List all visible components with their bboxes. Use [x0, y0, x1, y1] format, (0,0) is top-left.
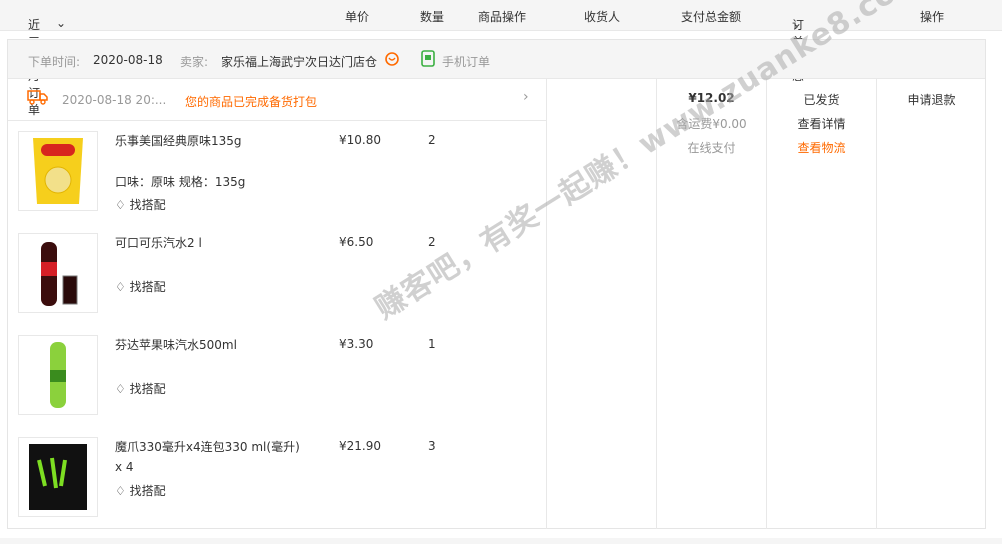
product-thumbnail[interactable] — [18, 233, 98, 313]
find-match-label: 找搭配 — [129, 198, 166, 212]
find-match-label: 找搭配 — [129, 484, 166, 498]
product-name[interactable]: 可口可乐汽水2 l — [115, 233, 300, 253]
col-header-price: 单价 — [345, 10, 370, 24]
find-match-link[interactable]: ♢ 找搭配 — [115, 380, 166, 397]
find-match-label: 找搭配 — [129, 280, 166, 294]
product-price: ¥6.50 — [339, 235, 374, 249]
seller-label: 卖家: — [180, 55, 209, 69]
col-header-item-ops: 商品操作 — [478, 10, 527, 24]
order-time-label: 下单时间: — [28, 55, 81, 69]
product-qty: 2 — [428, 133, 436, 147]
truck-icon — [27, 89, 49, 108]
product-price: ¥21.90 — [339, 439, 381, 453]
logistics-row[interactable]: 2020-08-18 20:... 您的商品已完成备货打包 › — [8, 79, 546, 120]
product-name[interactable]: 乐事美国经典原味135g — [115, 131, 300, 151]
product-qty: 1 — [428, 337, 436, 351]
product-thumbnail[interactable] — [18, 335, 98, 415]
seller-name[interactable]: 家乐福上海武宁次日达门店仓 — [221, 53, 377, 70]
divider — [546, 79, 547, 529]
puzzle-icon: ♢ — [115, 382, 126, 396]
puzzle-icon: ♢ — [115, 484, 126, 498]
puzzle-icon: ♢ — [115, 280, 126, 294]
product-thumbnail[interactable] — [18, 437, 98, 517]
order-status: 已发货 — [803, 93, 840, 107]
view-detail-link[interactable]: 查看详情 — [767, 115, 876, 132]
refund-button[interactable]: 申请退款 — [877, 91, 986, 108]
view-logistics-link[interactable]: 查看物流 — [767, 139, 876, 156]
chevron-right-icon: › — [523, 89, 529, 105]
product-price: ¥10.80 — [339, 133, 381, 147]
divider — [8, 120, 546, 121]
logistics-time: 2020-08-18 20:... — [62, 93, 167, 107]
find-match-link[interactable]: ♢ 找搭配 — [115, 482, 166, 499]
divider — [876, 79, 877, 529]
col-header-total: 支付总金额 — [681, 10, 742, 24]
product-thumbnail[interactable] — [18, 131, 98, 211]
product-price: ¥3.30 — [339, 337, 374, 351]
next-order-edge — [0, 538, 1002, 544]
col-header-receiver: 收货人 — [584, 10, 621, 24]
logistics-message: 您的商品已完成备货打包 — [185, 95, 318, 109]
order-source: 手机订单 — [442, 55, 491, 69]
order-time: 2020-08-18 — [93, 53, 163, 67]
col-header-qty: 数量 — [420, 10, 445, 24]
chevron-down-icon: ⌄ — [56, 16, 67, 30]
chat-seller-icon[interactable] — [384, 51, 400, 70]
find-match-link[interactable]: ♢ 找搭配 — [115, 196, 166, 213]
product-spec: 口味：原味 规格：135g — [115, 175, 246, 189]
mobile-order-icon — [421, 50, 435, 70]
puzzle-icon: ♢ — [115, 198, 126, 212]
product-name[interactable]: 魔爪330毫升x4连包330 ml(毫升) x 4 — [115, 437, 300, 477]
product-name[interactable]: 芬达苹果味汽水500ml — [115, 335, 300, 355]
find-match-link[interactable]: ♢ 找搭配 — [115, 278, 166, 295]
col-header-ops: 操作 — [920, 10, 945, 24]
product-qty: 3 — [428, 439, 436, 453]
find-match-label: 找搭配 — [129, 382, 166, 396]
